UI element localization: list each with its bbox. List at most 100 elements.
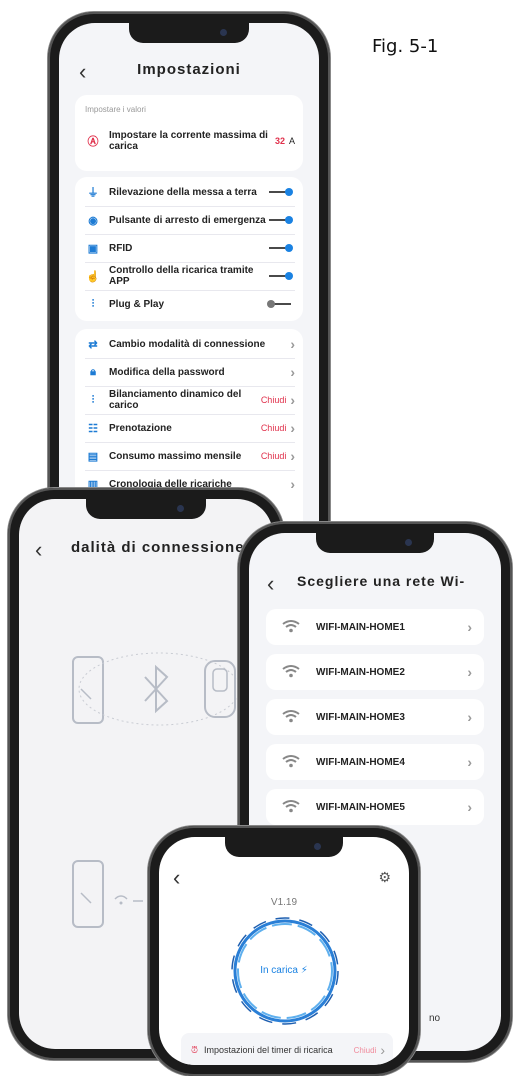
wifi-icon bbox=[266, 754, 316, 771]
alarm-clock-icon: ⏰︎ bbox=[191, 1044, 199, 1055]
chevron-right-icon: › bbox=[290, 336, 295, 352]
page-title: Impostazioni bbox=[137, 61, 241, 78]
back-chevron-icon[interactable]: ‹ bbox=[267, 573, 274, 595]
wifi-network-item[interactable]: WIFI-MAIN-HOME3 › bbox=[266, 699, 484, 735]
menu-label: Consumo massimo mensile bbox=[109, 450, 242, 462]
connection-header: ‹ dalità di connessione bbox=[19, 539, 273, 565]
wifi-network-item[interactable]: WIFI-MAIN-HOME2 › bbox=[266, 654, 484, 690]
phone-outline-icon bbox=[72, 860, 104, 928]
menu-label: Prenotazione bbox=[109, 422, 172, 434]
chevron-right-icon: › bbox=[467, 799, 472, 815]
toggle-switch[interactable] bbox=[269, 188, 293, 196]
menu-item-load-balancing[interactable]: ⫶ Bilanciamento dinamico del carico Chiu… bbox=[85, 387, 295, 413]
toggle-label: Plug & Play bbox=[109, 298, 165, 310]
timer-settings-row[interactable]: ⏰︎ Impostazioni del timer di ricarica Ch… bbox=[181, 1033, 393, 1065]
bluetooth-diagram bbox=[72, 652, 240, 726]
menu-item-password[interactable]: 🔒︎ Modifica della password › bbox=[85, 359, 295, 385]
timer-label: Impostazioni del timer di ricarica bbox=[204, 1045, 333, 1055]
chevron-right-icon: › bbox=[467, 619, 472, 635]
wifi-icon bbox=[266, 619, 316, 636]
chevron-right-icon: › bbox=[380, 1042, 385, 1058]
hand-tap-icon: ☝ bbox=[86, 270, 100, 283]
menu-item-booking[interactable]: ☷ Prenotazione Chiudi › bbox=[85, 415, 295, 441]
menu-item-connection-mode[interactable]: ⇄ Cambio modalità di connessione › bbox=[85, 331, 295, 357]
status-text: Chiudi bbox=[260, 395, 287, 405]
menu-label: Cambio modalità di connessione bbox=[109, 338, 266, 350]
toggle-row-ground[interactable]: ⏚ Rilevazione della messa a terra bbox=[85, 179, 295, 205]
bluetooth-icon bbox=[144, 664, 169, 714]
page-title: Scegliere una rete Wi- bbox=[297, 573, 466, 589]
status-text: Chiudi bbox=[260, 423, 287, 433]
max-current-value: 32 bbox=[274, 136, 285, 146]
wifi-icon bbox=[266, 709, 316, 726]
toggle-switch[interactable] bbox=[269, 272, 293, 280]
status-text: Chiudi bbox=[353, 1045, 377, 1055]
wifi-header: ‹ Scegliere una rete Wi- bbox=[249, 573, 501, 599]
toggles-card: ⏚ Rilevazione della messa a terra ◉ Puls… bbox=[75, 177, 303, 321]
toggle-row-plugplay[interactable]: ⫶ Plug & Play bbox=[85, 291, 295, 317]
phone-notch bbox=[129, 23, 249, 43]
lightning-icon: ⚡︎ bbox=[300, 965, 308, 976]
chevron-right-icon: › bbox=[290, 364, 295, 380]
toggle-switch[interactable] bbox=[269, 216, 293, 224]
wifi-network-name: WIFI-MAIN-HOME4 bbox=[316, 756, 405, 768]
toggle-switch[interactable] bbox=[267, 300, 291, 308]
chevron-right-icon: › bbox=[290, 420, 295, 436]
partial-text: no bbox=[429, 1013, 441, 1024]
toggle-switch[interactable] bbox=[269, 244, 293, 252]
toggle-label: Rilevazione della messa a terra bbox=[109, 186, 257, 198]
wifi-icon bbox=[266, 664, 316, 681]
lock-icon: 🔒︎ bbox=[90, 365, 96, 378]
phone-charging: ‹ ⚙ V1.19 In carica ⚡︎ ⏰︎ Impostazioni d… bbox=[148, 826, 420, 1076]
meter-icon: ▤ bbox=[87, 450, 99, 463]
charging-screen: ‹ ⚙ V1.19 In carica ⚡︎ ⏰︎ Impostazioni d… bbox=[159, 837, 409, 1065]
back-chevron-icon[interactable]: ‹ bbox=[173, 867, 180, 889]
menu-label: Modifica della password bbox=[109, 366, 225, 378]
max-current-unit: A bbox=[288, 136, 295, 146]
wifi-network-item[interactable]: WIFI-MAIN-HOME4 › bbox=[266, 744, 484, 780]
phone-notch bbox=[86, 499, 206, 519]
status-text: Chiudi bbox=[260, 451, 287, 461]
ground-icon: ⏚ bbox=[87, 187, 99, 199]
current-icon: Ⓐ bbox=[87, 136, 99, 148]
rfid-icon: ▣ bbox=[87, 242, 99, 255]
chevron-right-icon: › bbox=[290, 392, 295, 408]
figure-label: Fig. 5-1 bbox=[372, 36, 439, 57]
wifi-network-item[interactable]: WIFI-MAIN-HOME1 › bbox=[266, 609, 484, 645]
gear-icon[interactable]: ⚙ bbox=[378, 869, 391, 886]
sliders-icon: ⫶ bbox=[91, 297, 95, 310]
menu-item-monthly-consumption[interactable]: ▤ Consumo massimo mensile Chiudi › bbox=[85, 443, 295, 469]
chevron-right-icon: › bbox=[467, 754, 472, 770]
wifi-icon bbox=[266, 799, 316, 816]
page-title: dalità di connessione bbox=[71, 539, 245, 556]
wifi-network-name: WIFI-MAIN-HOME1 bbox=[316, 621, 405, 633]
equalizer-icon: ⫶ bbox=[91, 393, 95, 406]
chevron-right-icon: › bbox=[290, 476, 295, 492]
chevron-right-icon: › bbox=[290, 448, 295, 464]
max-current-label: Impostare la corrente massima di carica bbox=[109, 130, 268, 152]
calendar-icon: ☷ bbox=[88, 422, 98, 435]
chevron-right-icon: › bbox=[467, 709, 472, 725]
toggle-row-rfid[interactable]: ▣ RFID bbox=[85, 235, 295, 261]
phone-notch bbox=[225, 837, 343, 857]
charging-status-text: In carica bbox=[260, 965, 298, 976]
max-current-row[interactable]: Ⓐ Impostare la corrente massima di caric… bbox=[85, 125, 296, 157]
menu-label: Bilanciamento dinamico del carico bbox=[109, 389, 242, 411]
wifi-network-name: WIFI-MAIN-HOME5 bbox=[316, 801, 405, 813]
wifi-network-name: WIFI-MAIN-HOME2 bbox=[316, 666, 405, 678]
phone-notch bbox=[316, 533, 434, 553]
wifi-network-item[interactable]: WIFI-MAIN-HOME5 › bbox=[266, 789, 484, 825]
charging-status: In carica ⚡︎ bbox=[159, 965, 409, 976]
wifi-icon bbox=[114, 895, 128, 900]
values-card: Impostare i valori Ⓐ Impostare la corren… bbox=[75, 95, 303, 171]
toggle-row-emergency[interactable]: ◉ Pulsante di arresto di emergenza bbox=[85, 207, 295, 233]
back-chevron-icon[interactable]: ‹ bbox=[35, 539, 42, 561]
toggle-label: RFID bbox=[109, 242, 133, 254]
wifi-network-name: WIFI-MAIN-HOME3 bbox=[316, 711, 405, 723]
emergency-stop-icon: ◉ bbox=[88, 214, 98, 227]
swap-arrows-icon: ⇄ bbox=[88, 338, 98, 351]
toggle-row-app[interactable]: ☝ Controllo della ricarica tramite APP bbox=[85, 263, 295, 289]
toggle-label: Controllo della ricarica tramite APP bbox=[109, 265, 254, 287]
firmware-version: V1.19 bbox=[270, 897, 298, 908]
chevron-right-icon: › bbox=[467, 664, 472, 680]
